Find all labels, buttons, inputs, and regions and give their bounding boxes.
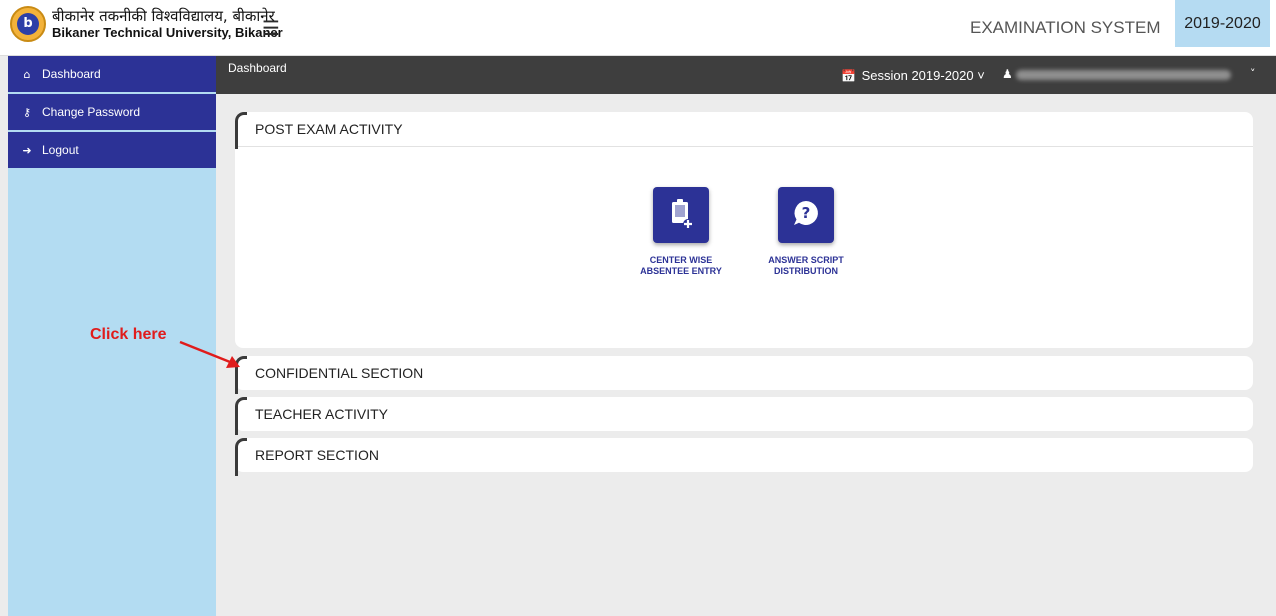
- panel-report-section: REPORT SECTION: [235, 438, 1253, 476]
- panel-confidential-section: CONFIDENTIAL SECTION: [235, 356, 1253, 394]
- sidebar-item-logout[interactable]: ➜ Logout: [8, 132, 216, 168]
- question-bubble-icon: ?: [778, 187, 834, 243]
- sidebar-item-dashboard[interactable]: ⌂ Dashboard: [8, 56, 216, 92]
- year-badge: 2019-2020: [1175, 0, 1270, 47]
- session-label: Session: [861, 68, 908, 83]
- university-name-hindi: बीकानेर तकनीकी विश्वविद्यालय, बीकानेर: [52, 7, 275, 25]
- sidebar-item-label: Dashboard: [42, 67, 101, 81]
- panel-header-post-exam-activity[interactable]: POST EXAM ACTIVITY: [235, 112, 1253, 149]
- top-header: b बीकानेर तकनीकी विश्वविद्यालय, बीकानेर …: [0, 0, 1276, 56]
- tile-center-wise-absentee-entry[interactable]: CENTER WISE ABSENTEE ENTRY: [631, 187, 731, 277]
- session-dropdown[interactable]: 📅 Session 2019-2020 ˅: [841, 68, 985, 83]
- tile-label: ANSWER SCRIPT DISTRIBUTION: [756, 255, 856, 277]
- university-name-english: Bikaner Technical University, Bikaner: [52, 25, 283, 40]
- session-value: 2019-2020: [911, 68, 974, 83]
- chevron-down-icon[interactable]: ˅: [1250, 67, 1256, 80]
- system-title: EXAMINATION SYSTEM: [970, 18, 1161, 37]
- sidebar-item-change-password[interactable]: ⚷ Change Password: [8, 94, 216, 130]
- tile-label-line2: DISTRIBUTION: [774, 266, 838, 276]
- panel-post-exam-activity: POST EXAM ACTIVITY CENTER WISE ABSENTEE …: [235, 112, 1253, 348]
- breadcrumb: Dashboard: [228, 61, 287, 75]
- chevron-down-icon: ˅: [977, 68, 985, 83]
- panel-header-teacher-activity[interactable]: TEACHER ACTIVITY: [235, 397, 1253, 435]
- annotation-click-here: Click here: [90, 326, 167, 343]
- university-logo[interactable]: b: [10, 6, 46, 42]
- home-icon: ⌂: [23, 67, 31, 81]
- key-icon: ⚷: [22, 105, 32, 119]
- tile-label: CENTER WISE ABSENTEE ENTRY: [631, 255, 731, 277]
- logo-letter: b: [17, 13, 39, 35]
- clipboard-add-icon: [653, 187, 709, 243]
- user-icon: ♟: [1002, 67, 1013, 81]
- logout-icon: ➜: [22, 143, 32, 157]
- annotation-arrow-icon: [179, 340, 240, 368]
- tile-label-line1: ANSWER SCRIPT: [768, 255, 844, 265]
- user-name-blurred[interactable]: [1016, 70, 1231, 80]
- sidebar-item-label: Change Password: [42, 105, 141, 119]
- svg-text:?: ?: [802, 204, 811, 222]
- panel-teacher-activity: TEACHER ACTIVITY: [235, 397, 1253, 435]
- top-nav-bar: Dashboard 📅 Session 2019-2020 ˅ ♟ ˅: [216, 56, 1276, 94]
- tile-answer-script-distribution[interactable]: ? ANSWER SCRIPT DISTRIBUTION: [756, 187, 856, 277]
- hamburger-icon[interactable]: ☰: [262, 16, 280, 40]
- calendar-icon: 📅: [841, 69, 856, 83]
- panel-header-confidential-section[interactable]: CONFIDENTIAL SECTION: [235, 356, 1253, 394]
- sidebar-item-label: Logout: [42, 143, 79, 157]
- tile-label-line2: ABSENTEE ENTRY: [640, 266, 722, 276]
- panel-header-report-section[interactable]: REPORT SECTION: [235, 438, 1253, 476]
- tile-label-line1: CENTER WISE: [649, 255, 713, 265]
